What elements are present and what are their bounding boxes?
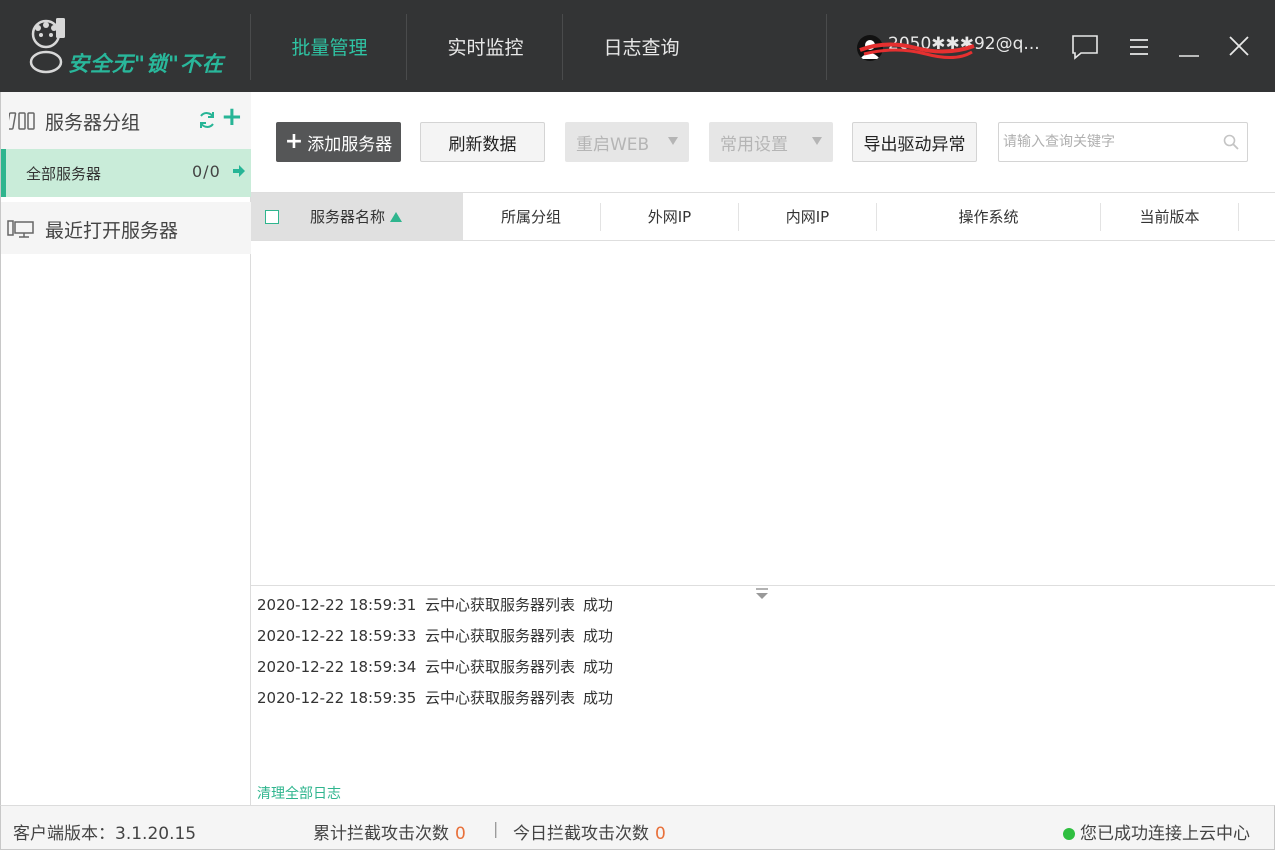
server-group-icon: [9, 112, 35, 130]
log-status: 成功: [583, 658, 614, 676]
column-header-os[interactable]: 操作系统: [877, 193, 1100, 240]
client-version: 客户端版本：3.1.20.15: [13, 824, 197, 844]
tab-log-query[interactable]: 日志查询: [564, 14, 719, 78]
server-group-header: 服务器分组 +: [1, 92, 251, 149]
restart-web-dropdown[interactable]: 重启WEB: [565, 122, 689, 162]
menu-icon: [1130, 39, 1148, 55]
tab-batch-management[interactable]: 批量管理: [252, 14, 407, 78]
minimize-button[interactable]: [1175, 32, 1205, 62]
log-status: 成功: [583, 689, 614, 707]
monitor-icon: [7, 220, 34, 238]
log-message: 云中心获取服务器列表: [425, 627, 576, 645]
message-icon: [1072, 35, 1098, 60]
message-button[interactable]: [1070, 32, 1100, 62]
group-label: 全部服务器: [26, 165, 102, 183]
clear-all-logs-link[interactable]: 清理全部日志: [257, 783, 341, 803]
lion-emblem-icon: [29, 18, 65, 74]
select-all-checkbox[interactable]: [265, 210, 279, 224]
tab-realtime-monitor[interactable]: 实时监控: [408, 14, 563, 78]
close-button[interactable]: [1225, 32, 1255, 62]
log-entry: 2020-12-22 18:59:33 云中心获取服务器列表 成功: [257, 625, 613, 646]
today-blocked-label: 今日拦截攻击次数: [513, 824, 649, 844]
server-table-body: [251, 241, 1275, 585]
log-message: 云中心获取服务器列表: [425, 658, 576, 676]
log-entry: 2020-12-22 18:59:35 云中心获取服务器列表 成功: [257, 687, 613, 708]
chevron-down-icon: [668, 137, 678, 145]
nav-divider: [406, 14, 407, 80]
sort-ascending-icon: [390, 211, 403, 222]
log-message: 云中心获取服务器列表: [425, 689, 576, 707]
nav-divider: [562, 14, 563, 80]
plus-icon: +: [284, 129, 304, 154]
app-logo: 安全无"锁"不在: [22, 14, 224, 80]
arrow-right-icon: [233, 165, 245, 177]
add-server-button[interactable]: + 添加服务器: [276, 122, 401, 162]
search-input[interactable]: [1003, 131, 1213, 153]
status-separator: |: [493, 819, 499, 838]
server-group-title: 服务器分组: [45, 112, 141, 134]
connection-status: 您已成功连接上云中心: [1063, 819, 1250, 844]
top-bar: 安全无"锁"不在 批量管理 实时监控 日志查询 2050✱✱✱92@q...: [0, 0, 1275, 92]
search-icon[interactable]: [1223, 134, 1239, 150]
log-panel: 2020-12-22 18:59:31 云中心获取服务器列表 成功 2020-12-…: [251, 585, 1275, 805]
log-entry: 2020-12-22 18:59:31 云中心获取服务器列表 成功: [257, 594, 613, 615]
search-box: [998, 122, 1248, 162]
total-blocked-label: 累计拦截攻击次数: [313, 824, 449, 844]
total-blocked-stat: 累计拦截攻击次数 0: [313, 819, 466, 844]
status-bar: 客户端版本：3.1.20.15 累计拦截攻击次数 0 | 今日拦截攻击次数 0 您已…: [0, 805, 1275, 850]
refresh-icon[interactable]: [197, 110, 217, 130]
minimize-icon: [1179, 55, 1199, 57]
column-divider: [1238, 203, 1239, 231]
refresh-data-button[interactable]: 刷新数据: [420, 122, 545, 162]
column-header-private-ip[interactable]: 内网IP: [739, 193, 876, 240]
close-icon: [1229, 36, 1249, 56]
today-blocked-count: 0: [655, 824, 666, 844]
chevron-down-icon: [812, 137, 822, 145]
column-header-server-name[interactable]: 服务器名称: [251, 193, 463, 240]
common-settings-dropdown[interactable]: 常用设置: [709, 122, 833, 162]
today-blocked-stat: 今日拦截攻击次数 0: [513, 819, 666, 844]
group-item-all-servers[interactable]: 全部服务器 0/0: [1, 149, 251, 197]
add-group-icon[interactable]: +: [221, 104, 243, 130]
column-header-version[interactable]: 当前版本: [1101, 193, 1238, 240]
server-table-header: 服务器名称 所属分组 外网IP 内网IP 操作系统 当前版本: [251, 192, 1275, 241]
column-label: 服务器名称: [310, 208, 386, 226]
log-time: 2020-12-22 18:59:33: [257, 627, 417, 645]
logo-slogan: 安全无"锁"不在: [68, 51, 224, 76]
online-status-dot: [1063, 828, 1075, 840]
nav-divider: [826, 14, 827, 80]
log-entry: 2020-12-22 18:59:34 云中心获取服务器列表 成功: [257, 656, 613, 677]
restart-web-label: 重启WEB: [576, 134, 650, 155]
log-message: 云中心获取服务器列表: [425, 596, 576, 614]
log-status: 成功: [583, 596, 614, 614]
column-header-group[interactable]: 所属分组: [463, 193, 599, 240]
log-time: 2020-12-22 18:59:35: [257, 689, 417, 707]
column-header-public-ip[interactable]: 外网IP: [601, 193, 738, 240]
common-settings-label: 常用设置: [720, 134, 788, 155]
connection-text: 您已成功连接上云中心: [1080, 824, 1250, 844]
redaction-scribble: [859, 42, 975, 59]
log-time: 2020-12-22 18:59:34: [257, 658, 417, 676]
collapse-handle-icon[interactable]: [754, 588, 770, 600]
add-server-label: 添加服务器: [307, 134, 393, 155]
log-time: 2020-12-22 18:59:31: [257, 596, 417, 614]
export-driver-errors-button[interactable]: 导出驱动异常: [852, 122, 977, 162]
recent-servers-label: 最近打开服务器: [45, 220, 179, 242]
recent-servers-item[interactable]: 最近打开服务器: [1, 202, 251, 254]
log-status: 成功: [583, 627, 614, 645]
total-blocked-count: 0: [455, 824, 466, 844]
nav-divider: [250, 14, 251, 80]
menu-button[interactable]: [1125, 32, 1155, 62]
group-count: 0/0: [192, 162, 221, 181]
sidebar: 服务器分组 + 全部服务器 0/0 最近打开服务器: [0, 92, 251, 805]
